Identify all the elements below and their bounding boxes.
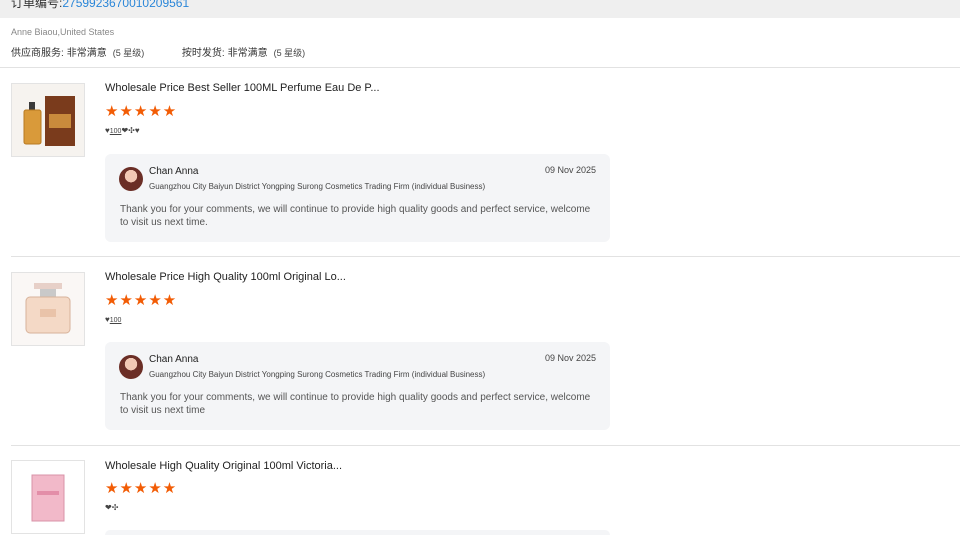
product-title-link[interactable]: Wholesale High Quality Original 100ml Vi… bbox=[105, 460, 342, 472]
order-number-link[interactable]: 2759923670010209561 bbox=[62, 0, 189, 10]
rating-stars: ★★★★★ bbox=[105, 292, 178, 309]
likes-count: 100 bbox=[109, 128, 122, 135]
product-title-link[interactable]: Wholesale Price High Quality 100ml Origi… bbox=[105, 271, 346, 283]
product-thumbnail-3[interactable] bbox=[11, 460, 85, 534]
product-thumbnail-2[interactable] bbox=[11, 272, 85, 346]
reply-date: 09 Nov 2025 bbox=[544, 353, 596, 363]
supplier-service-level: (5 星级) bbox=[112, 48, 145, 58]
review-divider bbox=[11, 445, 960, 446]
reply-text: Thank you for your comments, we will con… bbox=[120, 392, 591, 416]
review-divider bbox=[11, 256, 960, 257]
reply-author-name: Chan Anna bbox=[149, 166, 199, 177]
likes-count: 100 bbox=[109, 317, 122, 324]
product-title-link[interactable]: Wholesale Price Best Seller 100ML Perfum… bbox=[105, 82, 380, 94]
rating-stars: ★★★★★ bbox=[105, 103, 178, 120]
reply-text: Thank you for your comments, we will con… bbox=[120, 204, 591, 228]
sparkle-icon: ✣ bbox=[111, 503, 119, 512]
reply-author-name: Chan Anna bbox=[149, 354, 199, 365]
on-time-shipping-label: 按时发货: bbox=[181, 48, 225, 59]
order-label: 订单编号: bbox=[11, 0, 63, 10]
buyer-name-location: Anne Biaou,United States bbox=[11, 27, 115, 37]
reply-date: 09 Nov 2025 bbox=[544, 165, 596, 175]
supplier-service-label: 供应商服务: bbox=[11, 48, 64, 59]
likes-row: ♥100❤✣♥ bbox=[105, 126, 140, 137]
order-header-bar: 订单编号:2759923670010209561 bbox=[0, 0, 960, 18]
on-time-shipping-level: (5 星级) bbox=[273, 48, 306, 58]
sparkle-icon: ✣ bbox=[128, 126, 135, 135]
seller-ratings: 供应商服务: 非常满意 (5 星级) 按时发货: 非常满意 (5 星级) bbox=[11, 44, 308, 59]
on-time-shipping-value: 非常满意 bbox=[227, 48, 268, 59]
likes-row: ♥100 bbox=[105, 315, 121, 326]
reply-shop-name: Guangzhou City Baiyun District Yongping … bbox=[149, 182, 486, 191]
perfume-bottle-image bbox=[12, 273, 84, 345]
supplier-service-value: 非常满意 bbox=[66, 48, 107, 59]
avatar bbox=[119, 355, 143, 379]
order-number-line: 订单编号:2759923670010209561 bbox=[11, 0, 189, 11]
heart-icon: ♥ bbox=[134, 126, 140, 135]
perfume-box-image bbox=[12, 461, 84, 533]
perfume-bottle-image bbox=[12, 84, 84, 156]
product-thumbnail-1[interactable] bbox=[11, 83, 85, 157]
reply-shop-name: Guangzhou City Baiyun District Yongping … bbox=[149, 370, 486, 379]
rating-stars: ★★★★★ bbox=[105, 480, 178, 497]
heart-icon[interactable]: ❤ bbox=[105, 503, 112, 512]
avatar bbox=[119, 167, 143, 191]
seller-reply bbox=[105, 530, 610, 535]
seller-reply: Chan Anna Guangzhou City Baiyun District… bbox=[105, 154, 610, 242]
seller-reply: Chan Anna Guangzhou City Baiyun District… bbox=[105, 342, 610, 430]
likes-row: ❤✣ bbox=[105, 503, 118, 513]
section-divider bbox=[0, 67, 960, 68]
